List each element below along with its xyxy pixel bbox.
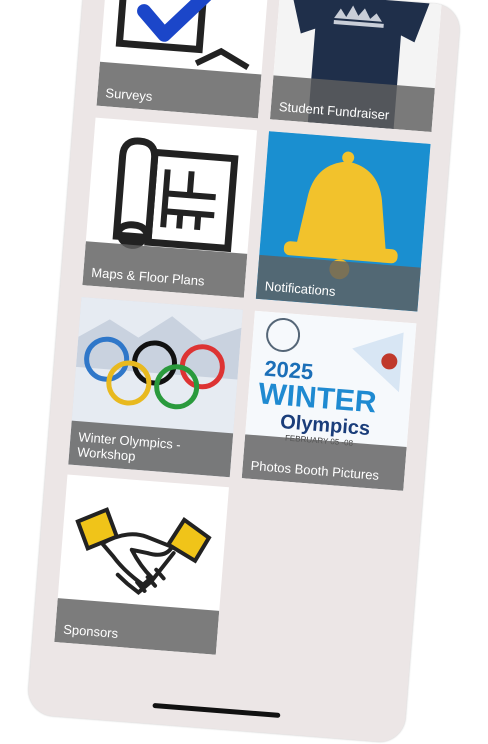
home-indicator[interactable] (152, 702, 281, 718)
notifications-tile[interactable]: Notifications (255, 131, 431, 312)
maps-floor-plans-tile[interactable]: Maps & Floor Plans (82, 117, 258, 298)
photos-booth-tile[interactable]: 2025 WINTER Olympics FEBRUARY 05 -08 Pho… (241, 310, 417, 491)
surveys-tile[interactable]: Surveys (96, 0, 272, 119)
app-screen: Surveys Student Fundraiser Maps & Floor … (26, 0, 462, 744)
student-fundraiser-tile[interactable]: Student Fundraiser (269, 0, 445, 133)
winter-olympics-workshop-tile[interactable]: Winter Olympics - Workshop (68, 297, 243, 478)
sponsors-tile[interactable]: Sponsors (54, 474, 229, 655)
